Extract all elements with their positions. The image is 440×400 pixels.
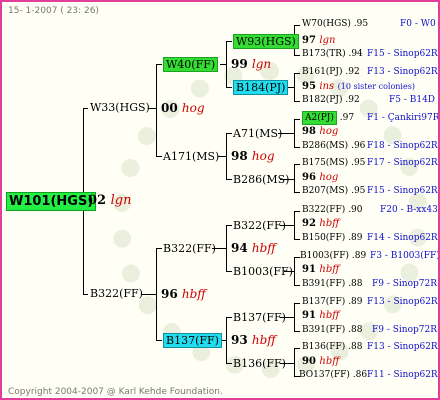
gen5-line-8: F20 - B-xx43 [380,205,438,215]
gen5-line-7: F15 - Sinop62R [367,186,438,196]
copyright-footer: Copyright 2004-2007 @ Karl Kehde Foundat… [8,387,223,397]
node-w93[interactable]: W93(HGS) [233,34,299,49]
gen5-line-3: F5 - B14D [389,95,436,105]
gen5-line-6: F17 - Sinop62R [367,158,438,168]
node-a71[interactable]: A71(MS) [233,128,282,139]
node-w40[interactable]: W40(FF) [163,57,219,72]
queen-w101[interactable]: W101(HGS) [6,192,97,211]
gen5-row-15[interactable]: BO137(FF) .86 [299,371,367,380]
node-b286-a[interactable]: B286(MS) [233,174,289,185]
node-b137-b[interactable]: B137(FF) [233,312,286,323]
gen4-year-6: 91 hbff [302,310,340,321]
gen4-year-7: 90 hbff [302,356,340,367]
gen5-row-1[interactable]: B173(TR) .94 [302,50,363,59]
node-b322-a[interactable]: B322(FF) [90,288,143,299]
gen4-year-0: 97 lgn [302,35,336,46]
gen5-line-13: F9 - Sinop72R [372,325,437,335]
gen5-line-12: F13 - Sinop62R [367,297,438,307]
gen5-row-13[interactable]: B391(FF) .88 [302,326,363,335]
gen5-row-6[interactable]: B175(MS) .95 [302,159,365,168]
gen4-year-2: 98 hog [302,126,339,137]
node-b184[interactable]: B184(PJ) [233,80,289,95]
gen5-line-5: F18 - Sinop62R [367,141,438,151]
gen5-row-12[interactable]: B137(FF) .89 [302,298,363,307]
gen2-year-0: 00 hog [161,101,205,115]
gen5-row-14[interactable]: B136(FF) .88 [302,343,363,352]
gen4-year-3: 96 hog [302,172,339,183]
gen4-year-5: 91 hbff [302,264,340,275]
gen5-line-9: F14 - Sinop62R [367,233,438,243]
gen4-year-1: 95 ins (10 sister colonies) [302,81,415,92]
node-b322-c[interactable]: B322(FF) [233,220,286,231]
gen5-line-15: F11 - Sinop62R [367,370,438,380]
gen5-row-7[interactable]: B207(MS) .95 [302,187,365,196]
gen5-row-10[interactable]: B1003(FF) .89 [300,252,366,261]
gen5-line-14: F13 - Sinop62R [367,342,438,352]
gen5-line-10: F3 - B1003(FF) [370,251,440,261]
gen4-year-4: 92 hbff [302,218,340,229]
pedigree-frame: 15- 1-2007 ( 23: 26) Copyright 2004-2007… [0,0,440,400]
gen3-year-3: 93 hbff [231,333,276,347]
node-b1003-a[interactable]: B1003(FF) [233,266,293,277]
gen3-year-0: 99 lgn [231,57,272,71]
node-b136-a[interactable]: B136(FF) [233,358,286,369]
node-w33[interactable]: W33(HGS) [90,102,150,113]
gen3-year-1: 98 hog [231,149,275,163]
gen2-year-1: 96 hbff [161,287,206,301]
node-b137-a[interactable]: B137(FF) [163,333,222,348]
gen5-row-0[interactable]: W70(HGS) .95 [302,20,368,29]
gen5-line-2: F13 - Sinop62R [367,67,438,77]
date-header: 15- 1-2007 ( 23: 26) [8,6,99,16]
gen5-row-8[interactable]: B322(FF) .90 [302,206,363,215]
gen5-row-11[interactable]: B391(FF) .88 [302,280,363,289]
node-a171[interactable]: A171(MS) [163,151,219,162]
gen5-row-3[interactable]: B182(PJ) .92 [302,96,360,105]
gen5-row-2[interactable]: B161(PJ) .92 [302,68,360,77]
gen5-line-11: F9 - Sinop72R [372,279,437,289]
gen5-row-5[interactable]: B286(MS) .96 [302,142,365,151]
gen5-row-4[interactable]: A2(PJ) .97 [302,111,354,125]
gen5-line-4: F1 - Çankiri97R [367,113,440,123]
gen5-line-0: F0 - W0 [400,19,436,29]
gen5-line-1: F15 - Sinop62R [367,49,438,59]
gen3-year-2: 94 hbff [231,241,276,255]
gen5-row-9[interactable]: B150(FF) .89 [302,234,363,243]
gen1-year: 02 lgn [88,193,132,208]
node-b322-b[interactable]: B322(FF) [163,243,216,254]
